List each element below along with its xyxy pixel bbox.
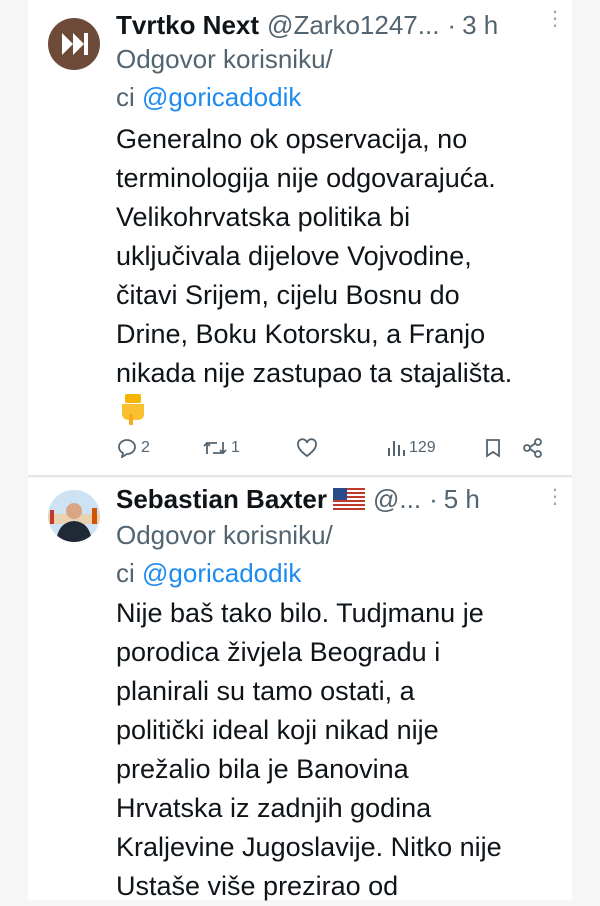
reply-ci: ci	[116, 558, 142, 588]
reply-prefix: Odgovor korisniku/	[116, 44, 333, 74]
divider	[28, 475, 572, 477]
more-options-icon[interactable]: ⋮	[545, 6, 565, 31]
reply-ci: ci	[116, 82, 142, 112]
user-handle[interactable]: @Zarko1247...	[267, 10, 439, 41]
tweet-header: Sebastian Baxter @... · 5 h	[116, 482, 558, 516]
display-name[interactable]: Tvrtko Next	[116, 10, 259, 41]
us-flag-icon	[332, 488, 365, 510]
retweet-count: 1	[231, 439, 240, 456]
avatar[interactable]	[48, 490, 100, 542]
tweet-card[interactable]: Sebastian Baxter @... · 5 h ⋮ Odgovor ko…	[28, 478, 572, 901]
tweet-text: Generalno ok opservacija, no terminologi…	[116, 124, 513, 388]
avatar[interactable]	[48, 18, 100, 70]
views-button[interactable]: 129	[386, 438, 436, 458]
heart-icon	[297, 438, 317, 458]
retweet-icon	[203, 441, 227, 455]
timestamp[interactable]: 5 h	[444, 484, 480, 515]
reply-handle-link[interactable]: @goricadodik	[142, 558, 301, 588]
bookmark-button[interactable]	[484, 438, 502, 458]
tweet-header: Tvrtko Next @Zarko1247... · 3 h	[116, 8, 558, 42]
fast-forward-icon	[62, 33, 88, 55]
share-icon	[523, 438, 542, 458]
reply-to-label: Odgovor korisniku/ ci @goricadodik	[116, 516, 333, 592]
action-bar: 2 1 129	[116, 438, 576, 464]
tweet-text: Nije baš tako bilo. Tudjmanu je porodica…	[116, 598, 502, 901]
backhand-index-pointing-down-icon	[122, 394, 144, 425]
reply-prefix: Odgovor korisniku/	[116, 520, 333, 550]
separator-dot: ·	[429, 483, 438, 514]
reply-handle-link[interactable]: @goricadodik	[142, 82, 301, 112]
comment-icon	[118, 439, 136, 458]
tweet-card[interactable]: Tvrtko Next @Zarko1247... · 3 h ⋮ Odgovo…	[28, 0, 572, 476]
share-button[interactable]	[522, 438, 544, 458]
reply-to-label: Odgovor korisniku/ ci @goricadodik	[116, 40, 333, 116]
reply-button[interactable]: 2	[116, 438, 150, 458]
more-options-icon[interactable]: ⋮	[545, 484, 565, 509]
retweet-button[interactable]: 1	[202, 438, 240, 458]
profile-photo	[48, 490, 100, 542]
user-handle[interactable]: @...	[373, 484, 421, 515]
bookmark-icon	[486, 439, 500, 458]
display-name[interactable]: Sebastian Baxter	[116, 484, 327, 515]
view-count: 129	[409, 439, 436, 456]
reply-count: 2	[141, 439, 150, 456]
timestamp[interactable]: 3 h	[462, 10, 498, 41]
bar-chart-icon	[388, 441, 405, 456]
separator-dot: ·	[447, 9, 457, 40]
like-button[interactable]	[296, 438, 318, 458]
